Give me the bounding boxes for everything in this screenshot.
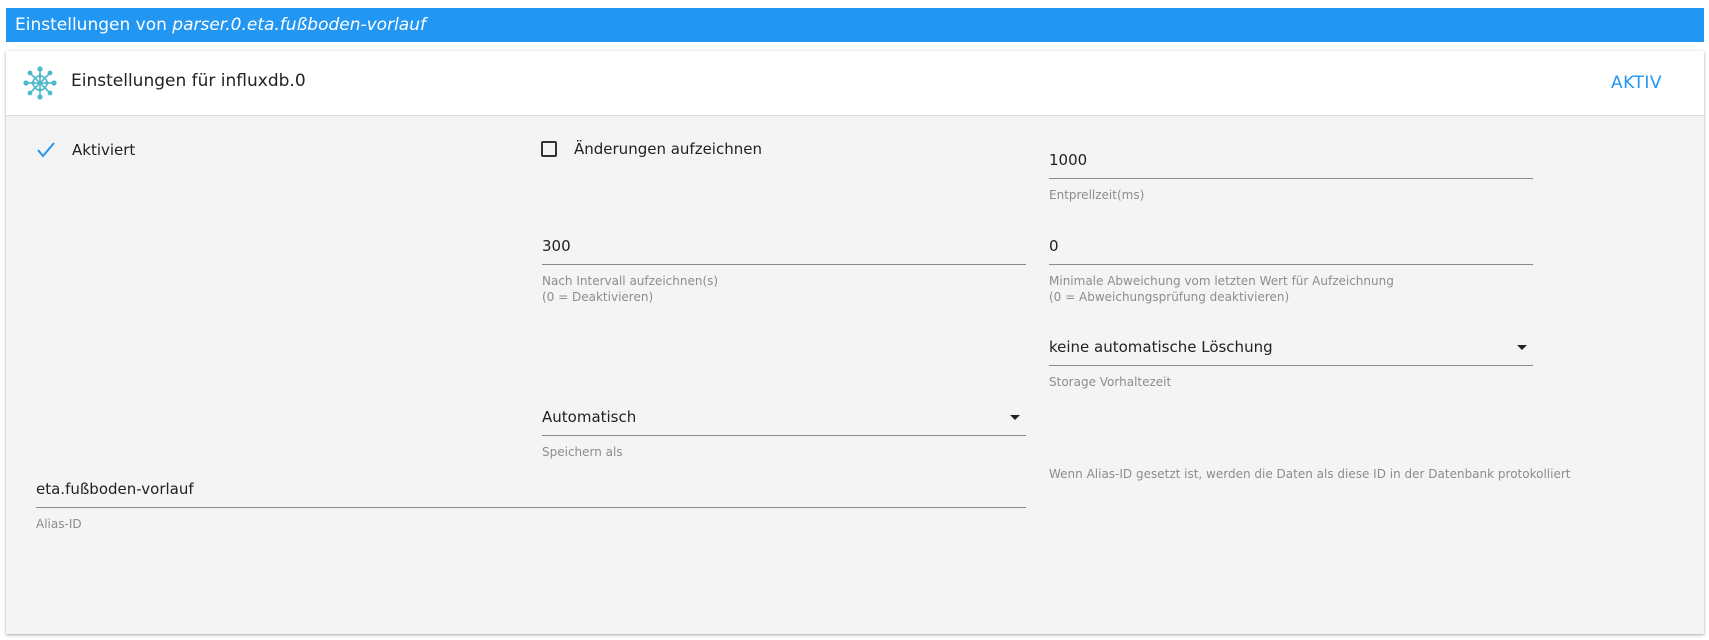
alias-helper: Alias-ID — [36, 517, 82, 531]
interval-helper-line1: Nach Intervall aufzeichnen(s) — [542, 274, 719, 288]
alias-field: eta.fußboden-vorlauf Alias-ID — [36, 471, 1026, 532]
interval-helper-line2: (0 = Deaktivieren) — [542, 290, 654, 304]
card-header-title: Einstellungen für influxdb.0 — [71, 71, 306, 91]
checkmark-icon — [37, 142, 55, 158]
retention-field: keine automatische Löschung Storage Vorh… — [1049, 329, 1533, 390]
interval-helper: Nach Intervall aufzeichnen(s) (0 = Deakt… — [542, 273, 1026, 305]
interval-field: 300 Nach Intervall aufzeichnen(s) (0 = D… — [542, 228, 1026, 305]
enabled-label: Aktiviert — [72, 141, 136, 159]
influxdb-logo-icon — [23, 66, 57, 100]
min-diff-helper-line1: Minimale Abweichung vom letzten Wert für… — [1049, 274, 1394, 288]
changes-only-label: Änderungen aufzeichnen — [574, 140, 762, 158]
dialog-title-prefix: Einstellungen von — [15, 15, 173, 35]
settings-card: Einstellungen für influxdb.0 AKTIV Aktiv… — [6, 51, 1704, 634]
min-diff-helper: Minimale Abweichung vom letzten Wert für… — [1049, 273, 1533, 305]
min-diff-helper-line2: (0 = Abweichungsprüfung deaktivieren) — [1049, 290, 1290, 304]
debounce-field: 1000 Entprellzeit(ms) — [1049, 142, 1533, 203]
store-as-selected-value: Automatisch — [542, 408, 637, 426]
enabled-checkbox[interactable]: Aktiviert — [36, 140, 135, 160]
retention-selected-value: keine automatische Löschung — [1049, 338, 1273, 356]
alias-input[interactable]: eta.fußboden-vorlauf — [36, 471, 1026, 508]
checkbox-box-icon — [541, 141, 557, 157]
retention-select[interactable]: keine automatische Löschung — [1049, 329, 1533, 366]
dropdown-arrow-icon — [1010, 415, 1020, 420]
debounce-input[interactable]: 1000 — [1049, 142, 1533, 179]
alias-note: Wenn Alias-ID gesetzt ist, werden die Da… — [1049, 467, 1571, 481]
dialog-title-bar: Einstellungen von parser.0.eta.fußboden-… — [6, 8, 1704, 42]
store-as-helper: Speichern als — [542, 445, 623, 459]
card-header: Einstellungen für influxdb.0 AKTIV — [6, 51, 1704, 116]
store-as-select[interactable]: Automatisch — [542, 399, 1026, 436]
interval-input[interactable]: 300 — [542, 228, 1026, 265]
store-as-field: Automatisch Speichern als — [542, 399, 1026, 460]
min-diff-field: 0 Minimale Abweichung vom letzten Wert f… — [1049, 228, 1533, 305]
dropdown-arrow-icon — [1517, 345, 1527, 350]
retention-helper: Storage Vorhaltezeit — [1049, 375, 1172, 389]
dialog-title-object-id: parser.0.eta.fußboden-vorlauf — [172, 15, 426, 35]
changes-only-checkbox[interactable]: Änderungen aufzeichnen — [541, 140, 762, 158]
debounce-helper: Entprellzeit(ms) — [1049, 188, 1145, 202]
min-diff-input[interactable]: 0 — [1049, 228, 1533, 265]
active-toggle-button[interactable]: AKTIV — [1601, 65, 1672, 101]
